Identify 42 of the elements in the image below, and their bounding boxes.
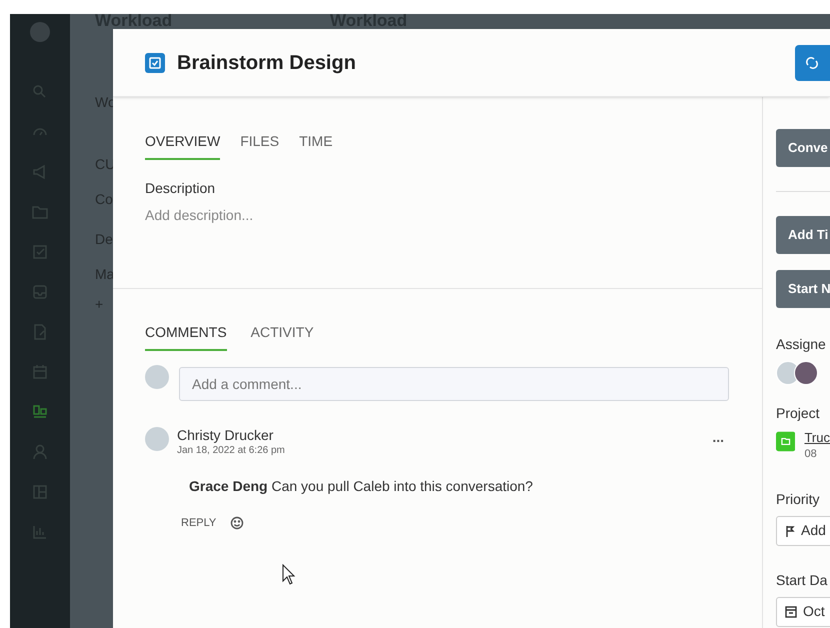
start-date-field[interactable]: Oct [776,596,830,626]
flag-icon [785,524,795,536]
sync-icon [805,56,819,70]
add-time-button[interactable]: Add Ti [776,216,830,254]
priority-label: Priority [776,490,821,509]
layout-icon[interactable] [31,483,49,501]
comment-author: Christy Drucker [177,427,274,443]
logo-icon [30,22,50,42]
tab[interactable]: OVERVIEW [145,131,220,160]
avatar [145,365,169,389]
assignee-label: Assigne [776,335,827,354]
start-button[interactable]: Start N [776,270,830,308]
task-title: Brainstorm Design [177,50,356,76]
task-checkbox-icon [145,52,165,72]
bar-chart-icon[interactable] [31,403,49,421]
tab[interactable]: FILES [240,131,280,160]
comment-field[interactable]: Add a comment... [179,367,729,401]
reply-button[interactable]: REPLY [181,515,216,532]
mouse-cursor-icon [282,564,296,585]
emoji-icon[interactable] [230,516,244,530]
description-label: Description [145,179,216,198]
start-date-label: Start Da [776,570,828,590]
avatar [794,361,818,385]
inbox-icon[interactable] [31,283,49,301]
comment-text: Grace Deng Can you pull Caleb into this conversation? [189,477,534,496]
action-button[interactable] [795,45,830,81]
description-field[interactable]: Add description... [145,205,762,226]
avatar [145,427,169,451]
convert-button[interactable]: Conve [776,129,830,167]
chart-icon[interactable] [31,523,49,541]
comment-date: Jan 18, 2022 at 6:26 pm [177,444,285,458]
folder-icon [776,430,796,453]
person-icon[interactable] [31,443,49,461]
project-code: 08 [804,447,818,462]
tab[interactable]: COMMENTS [145,322,227,351]
project-label: Project [776,404,821,423]
tab[interactable]: ACTIVITY [250,322,314,351]
priority-field[interactable]: Add [776,516,830,546]
project-link[interactable]: Truc [804,430,830,446]
more-button[interactable]: ... [712,427,724,448]
checkbox-icon[interactable] [31,243,49,261]
tab[interactable]: TIME [299,131,333,160]
